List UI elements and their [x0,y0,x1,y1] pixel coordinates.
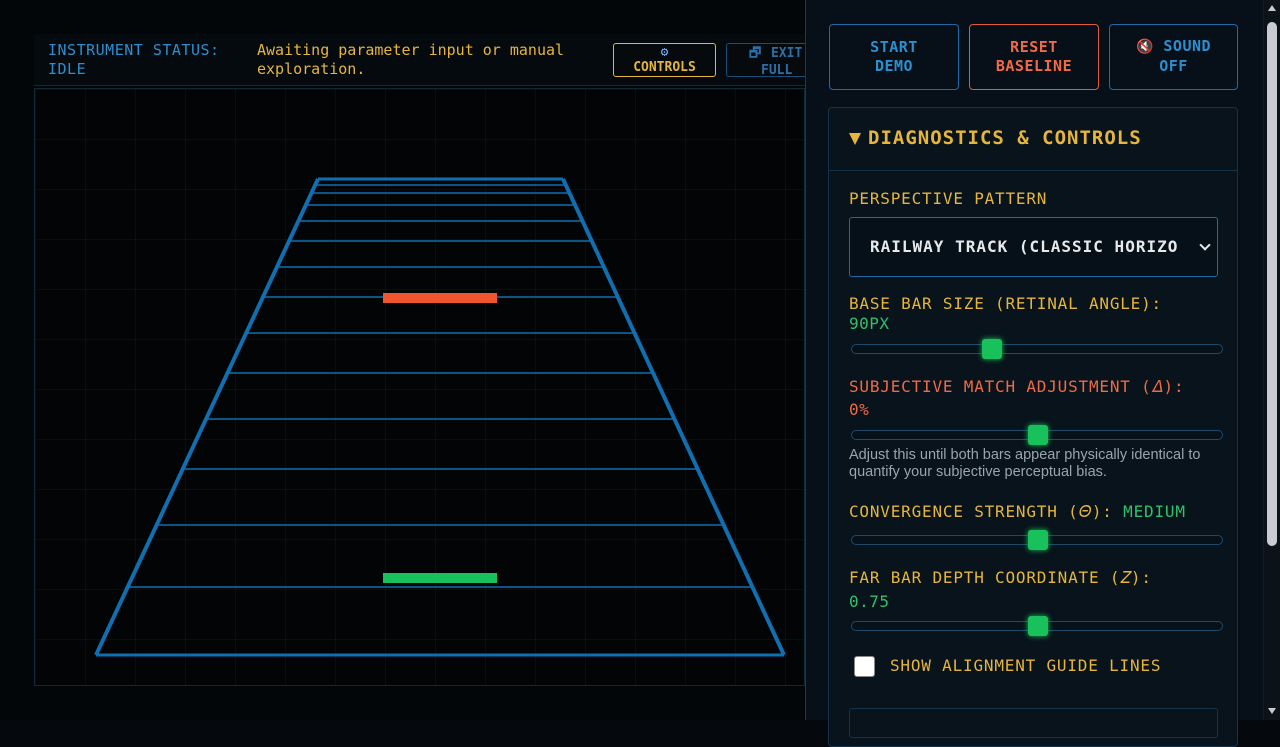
next-section-box [849,708,1218,738]
gear-icon: ⚙ [660,45,669,60]
depth-slider[interactable] [851,616,1223,636]
reset-baseline-button[interactable]: RESET BASELINE [969,24,1099,90]
perspective-illusion-svg [35,89,806,687]
pattern-select-value: RAILWAY TRACK (CLASSIC HORIZO [870,237,1179,256]
reset-line2: BASELINE [995,57,1073,75]
base-size-slider[interactable] [851,339,1223,359]
start-demo-line1: START [870,38,918,56]
controls-button-label: CONTROLS [633,60,696,75]
pattern-select[interactable]: RAILWAY TRACK (CLASSIC HORIZO [849,217,1218,277]
exit-label-line1: EXIT [771,46,803,61]
chevron-down-icon [1199,239,1211,251]
match-adjust-label: SUBJECTIVE MATCH ADJUSTMENT (𝛥): [849,377,1185,396]
status-message: Awaiting parameter input or manual explo… [257,41,565,78]
sound-line2: OFF [1159,57,1188,75]
scroll-up-icon[interactable] [1268,5,1276,11]
window-restore-icon: 🗗 [749,46,762,61]
scroll-down-icon[interactable] [1268,708,1276,714]
guide-lines-checkbox[interactable] [854,656,875,677]
exit-label-line2: FULL [761,63,793,77]
diagnostics-header[interactable]: DIAGNOSTICS & CONTROLS [829,108,1237,171]
guide-lines-label: SHOW ALIGNMENT GUIDE LINES [890,656,1162,675]
status-state-text: IDLE [48,60,87,78]
convergence-label-row: CONVERGENCE STRENGTH (𝛩): MEDIUM [849,501,1186,522]
diagnostics-title: DIAGNOSTICS & CONTROLS [868,127,1142,149]
match-adjust-value: 0% [849,400,870,419]
stimulus-stage: INSTRUMENT STATUS: IDLE Awaiting paramet… [0,0,826,720]
scrollbar-thumb[interactable] [1267,22,1277,546]
near-bar [383,573,497,583]
instrument-status-label: INSTRUMENT STATUS: IDLE [48,41,220,79]
diagnostics-section: DIAGNOSTICS & CONTROLS PERSPECTIVE PATTE… [828,107,1238,747]
depth-label: FAR BAR DEPTH COORDINATE (𝑍): [849,568,1152,587]
sound-toggle-button[interactable]: 🔇 SOUND OFF [1109,24,1238,90]
far-bar [383,293,497,303]
status-label-text: INSTRUMENT STATUS: [48,41,220,59]
convergence-slider-thumb[interactable] [1028,530,1048,550]
match-adjust-slider-thumb[interactable] [1028,425,1048,445]
base-size-slider-thumb[interactable] [982,339,1003,359]
control-panel: START DEMO RESET BASELINE 🔇 SOUND OFF DI… [805,0,1263,747]
depth-slider-thumb[interactable] [1028,616,1048,636]
convergence-value: MEDIUM [1123,502,1186,521]
depth-value: 0.75 [849,592,890,611]
panel-scrollbar[interactable] [1263,0,1280,720]
match-adjust-slider[interactable] [851,425,1223,445]
start-demo-line2: DEMO [874,57,914,75]
base-size-label: BASE BAR SIZE (RETINAL ANGLE): [849,294,1162,313]
perspective-canvas[interactable] [34,88,806,687]
collapse-triangle-icon [849,133,861,145]
controls-button[interactable]: ⚙ CONTROLS [613,43,716,77]
base-size-value: 90PX [849,314,890,333]
sound-line1: SOUND [1163,37,1212,55]
muted-speaker-icon: 🔇 [1135,39,1154,55]
start-demo-button[interactable]: START DEMO [829,24,959,90]
pattern-label: PERSPECTIVE PATTERN [849,189,1048,208]
status-bar: INSTRUMENT STATUS: IDLE Awaiting paramet… [34,34,826,86]
convergence-slider[interactable] [851,530,1223,550]
match-adjust-hint: Adjust this until both bars appear physi… [849,447,1201,480]
reset-line1: RESET [1010,38,1058,56]
convergence-label: CONVERGENCE STRENGTH (𝛩): [849,502,1113,521]
